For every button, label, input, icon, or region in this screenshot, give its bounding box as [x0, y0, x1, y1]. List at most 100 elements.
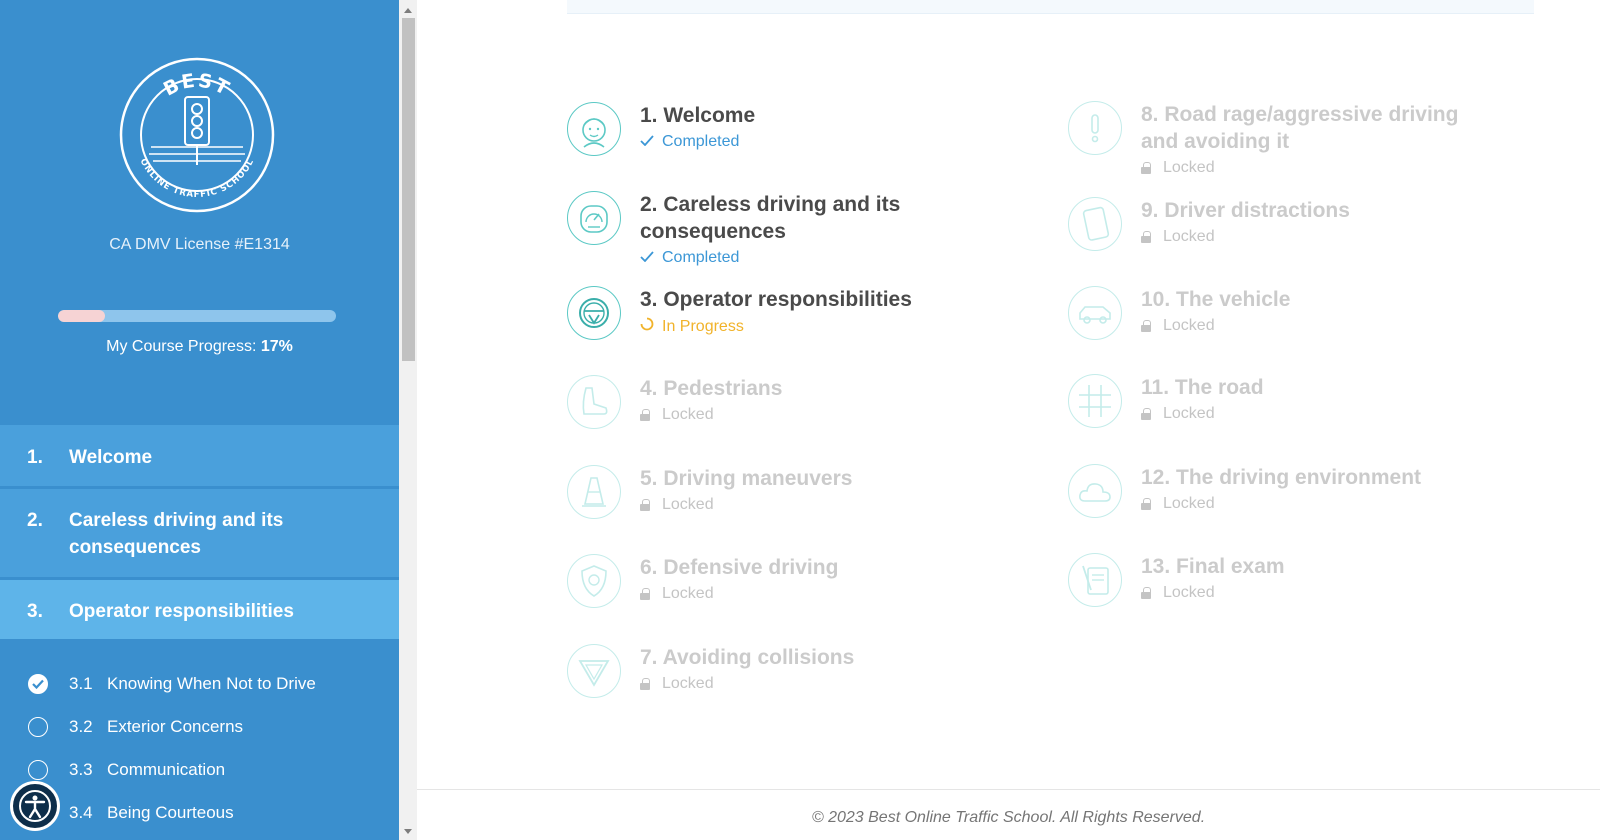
accessibility-button[interactable] [10, 781, 60, 831]
exam-icon [1068, 553, 1122, 607]
nav-chapter-number: 2. [27, 510, 43, 531]
nav-chapter-careless-driving[interactable]: 2. Careless driving and its consequences [0, 489, 399, 580]
course-progress-value: 17% [260, 338, 293, 355]
yield-sign-icon [567, 644, 621, 698]
lesson-status-text: Locked [1163, 584, 1215, 601]
subsection-label: Being Courteous [107, 802, 234, 822]
lesson-title: 3. Operator responsibilities [640, 288, 912, 311]
lesson-status: Locked [640, 496, 970, 514]
subsection-number: 3.3 [69, 759, 93, 779]
lesson-status: Locked [640, 675, 970, 693]
lesson-status: Locked [640, 406, 970, 424]
lock-icon [1141, 498, 1151, 510]
lesson-title: 7. Avoiding collisions [640, 646, 855, 669]
lesson-card[interactable]: 10. The vehicle Locked [1068, 286, 1471, 340]
lesson-title: 8. Road rage/aggressive driving and avoi… [1141, 103, 1459, 153]
lesson-status-text: Locked [662, 406, 714, 423]
svg-text:BEST: BEST [160, 70, 234, 101]
lesson-status: Locked [1141, 405, 1471, 423]
lesson-title: 5. Driving maneuvers [640, 467, 853, 490]
lock-icon [1141, 587, 1151, 599]
lesson-card[interactable]: 3. Operator responsibilities In Progress [567, 286, 970, 340]
lesson-status: Completed [640, 249, 970, 267]
sidebar: BEST ONLINE TRAFFIC SCHOOL CA DMV Licens… [0, 0, 399, 840]
subsection-number: 3.1 [69, 673, 93, 693]
subsection-item[interactable]: 3.2 Exterior Concerns [0, 705, 399, 748]
lock-icon [640, 588, 650, 600]
subsection-label: Exterior Concerns [107, 716, 244, 736]
copyright-text: © 2023 Best Online Traffic School. All R… [811, 809, 1206, 826]
lesson-status: Completed [640, 133, 970, 151]
nav-chapter-label: Operator responsibilities [69, 601, 294, 622]
lesson-status: Locked [1141, 159, 1471, 177]
speedometer-icon [567, 191, 621, 245]
lesson-title: 1. Welcome [640, 104, 756, 127]
subsection-item[interactable]: 3.4 Being Courteous [0, 791, 399, 834]
face-icon [567, 102, 621, 156]
steering-wheel-icon [567, 286, 621, 340]
lock-icon [1141, 320, 1151, 332]
lesson-status: In Progress [640, 317, 970, 336]
traffic-cone-icon [567, 465, 621, 519]
lesson-title: 6. Defensive driving [640, 556, 839, 579]
subsection-number: 3.4 [69, 802, 93, 822]
lesson-status-text: Completed [662, 249, 740, 266]
lesson-status-text: Locked [1163, 159, 1215, 176]
lesson-status-text: Locked [662, 675, 714, 692]
subsection-label: Knowing When Not to Drive [107, 673, 316, 693]
lesson-title: 2. Careless driving and its consequences [640, 193, 901, 243]
subsection-label: Communication [107, 759, 226, 779]
shoe-icon [567, 375, 621, 429]
lesson-status-text: Locked [1163, 405, 1215, 422]
lesson-card[interactable]: 6. Defensive driving Locked [567, 554, 970, 608]
lesson-title: 11. The road [1141, 376, 1264, 399]
logo-top-text: BEST [160, 70, 232, 101]
lesson-card[interactable]: 12. The driving environment Locked [1068, 464, 1471, 518]
lesson-card[interactable]: 4. Pedestrians Locked [567, 375, 970, 429]
lesson-card[interactable]: 11. The road Locked [1068, 374, 1471, 428]
lesson-title: 4. Pedestrians [640, 377, 783, 400]
lesson-status: Locked [1141, 317, 1471, 335]
license-number: CA DMV License #E1314 [109, 236, 290, 253]
nav-chapter-label: Welcome [69, 447, 153, 468]
sidebar-header: BEST ONLINE TRAFFIC SCHOOL CA DMV Licens… [0, 0, 399, 425]
lesson-card[interactable]: 2. Careless driving and its consequences… [567, 191, 970, 267]
lesson-card[interactable]: 9. Driver distractions Locked [1068, 197, 1471, 251]
accessibility-icon [19, 790, 51, 822]
sidebar-scrollbar[interactable] [399, 0, 417, 840]
lock-icon [640, 678, 650, 690]
course-progress-text: My Course Progress: [106, 338, 257, 355]
top-strip [567, 0, 1534, 14]
footer: © 2023 Best Online Traffic School. All R… [417, 789, 1600, 840]
lock-icon [640, 499, 650, 511]
lesson-card[interactable]: 1. Welcome Completed [567, 102, 970, 156]
lesson-status-text: Locked [1163, 228, 1215, 245]
subsection-item[interactable]: 3.3 Communication [0, 748, 399, 791]
lesson-card[interactable]: 8. Road rage/aggressive driving and avoi… [1068, 101, 1471, 177]
scroll-thumb[interactable] [402, 18, 415, 361]
lesson-title: 13. Final exam [1141, 555, 1285, 578]
check-icon [640, 249, 662, 267]
lesson-card[interactable]: 5. Driving maneuvers Locked [567, 465, 970, 519]
lesson-title: 10. The vehicle [1141, 288, 1291, 311]
check-icon [640, 133, 662, 151]
scroll-down-arrow-icon[interactable] [404, 829, 412, 834]
lesson-status: Locked [640, 585, 970, 603]
road-icon [1068, 374, 1122, 428]
lesson-status-text: Locked [1163, 317, 1215, 334]
school-logo[interactable]: BEST ONLINE TRAFFIC SCHOOL [119, 57, 275, 213]
check-circle-icon [28, 673, 48, 694]
scroll-up-arrow-icon[interactable] [404, 8, 412, 13]
lesson-title: 12. The driving environment [1141, 466, 1422, 489]
subsection-item[interactable]: 3.1 Knowing When Not to Drive [0, 662, 399, 705]
lesson-card[interactable]: 13. Final exam Locked [1068, 553, 1471, 607]
shield-icon [567, 554, 621, 608]
car-icon [1068, 286, 1122, 340]
nav-chapter-number: 3. [27, 601, 43, 622]
course-progress-label: My Course Progress: 17% [0, 338, 399, 356]
empty-circle-icon [28, 716, 48, 737]
phone-icon [1068, 197, 1122, 251]
nav-chapter-welcome[interactable]: 1. Welcome [0, 425, 399, 489]
lesson-card[interactable]: 7. Avoiding collisions Locked [567, 644, 970, 698]
nav-chapter-operator-responsibilities[interactable]: 3. Operator responsibilities [0, 580, 399, 642]
